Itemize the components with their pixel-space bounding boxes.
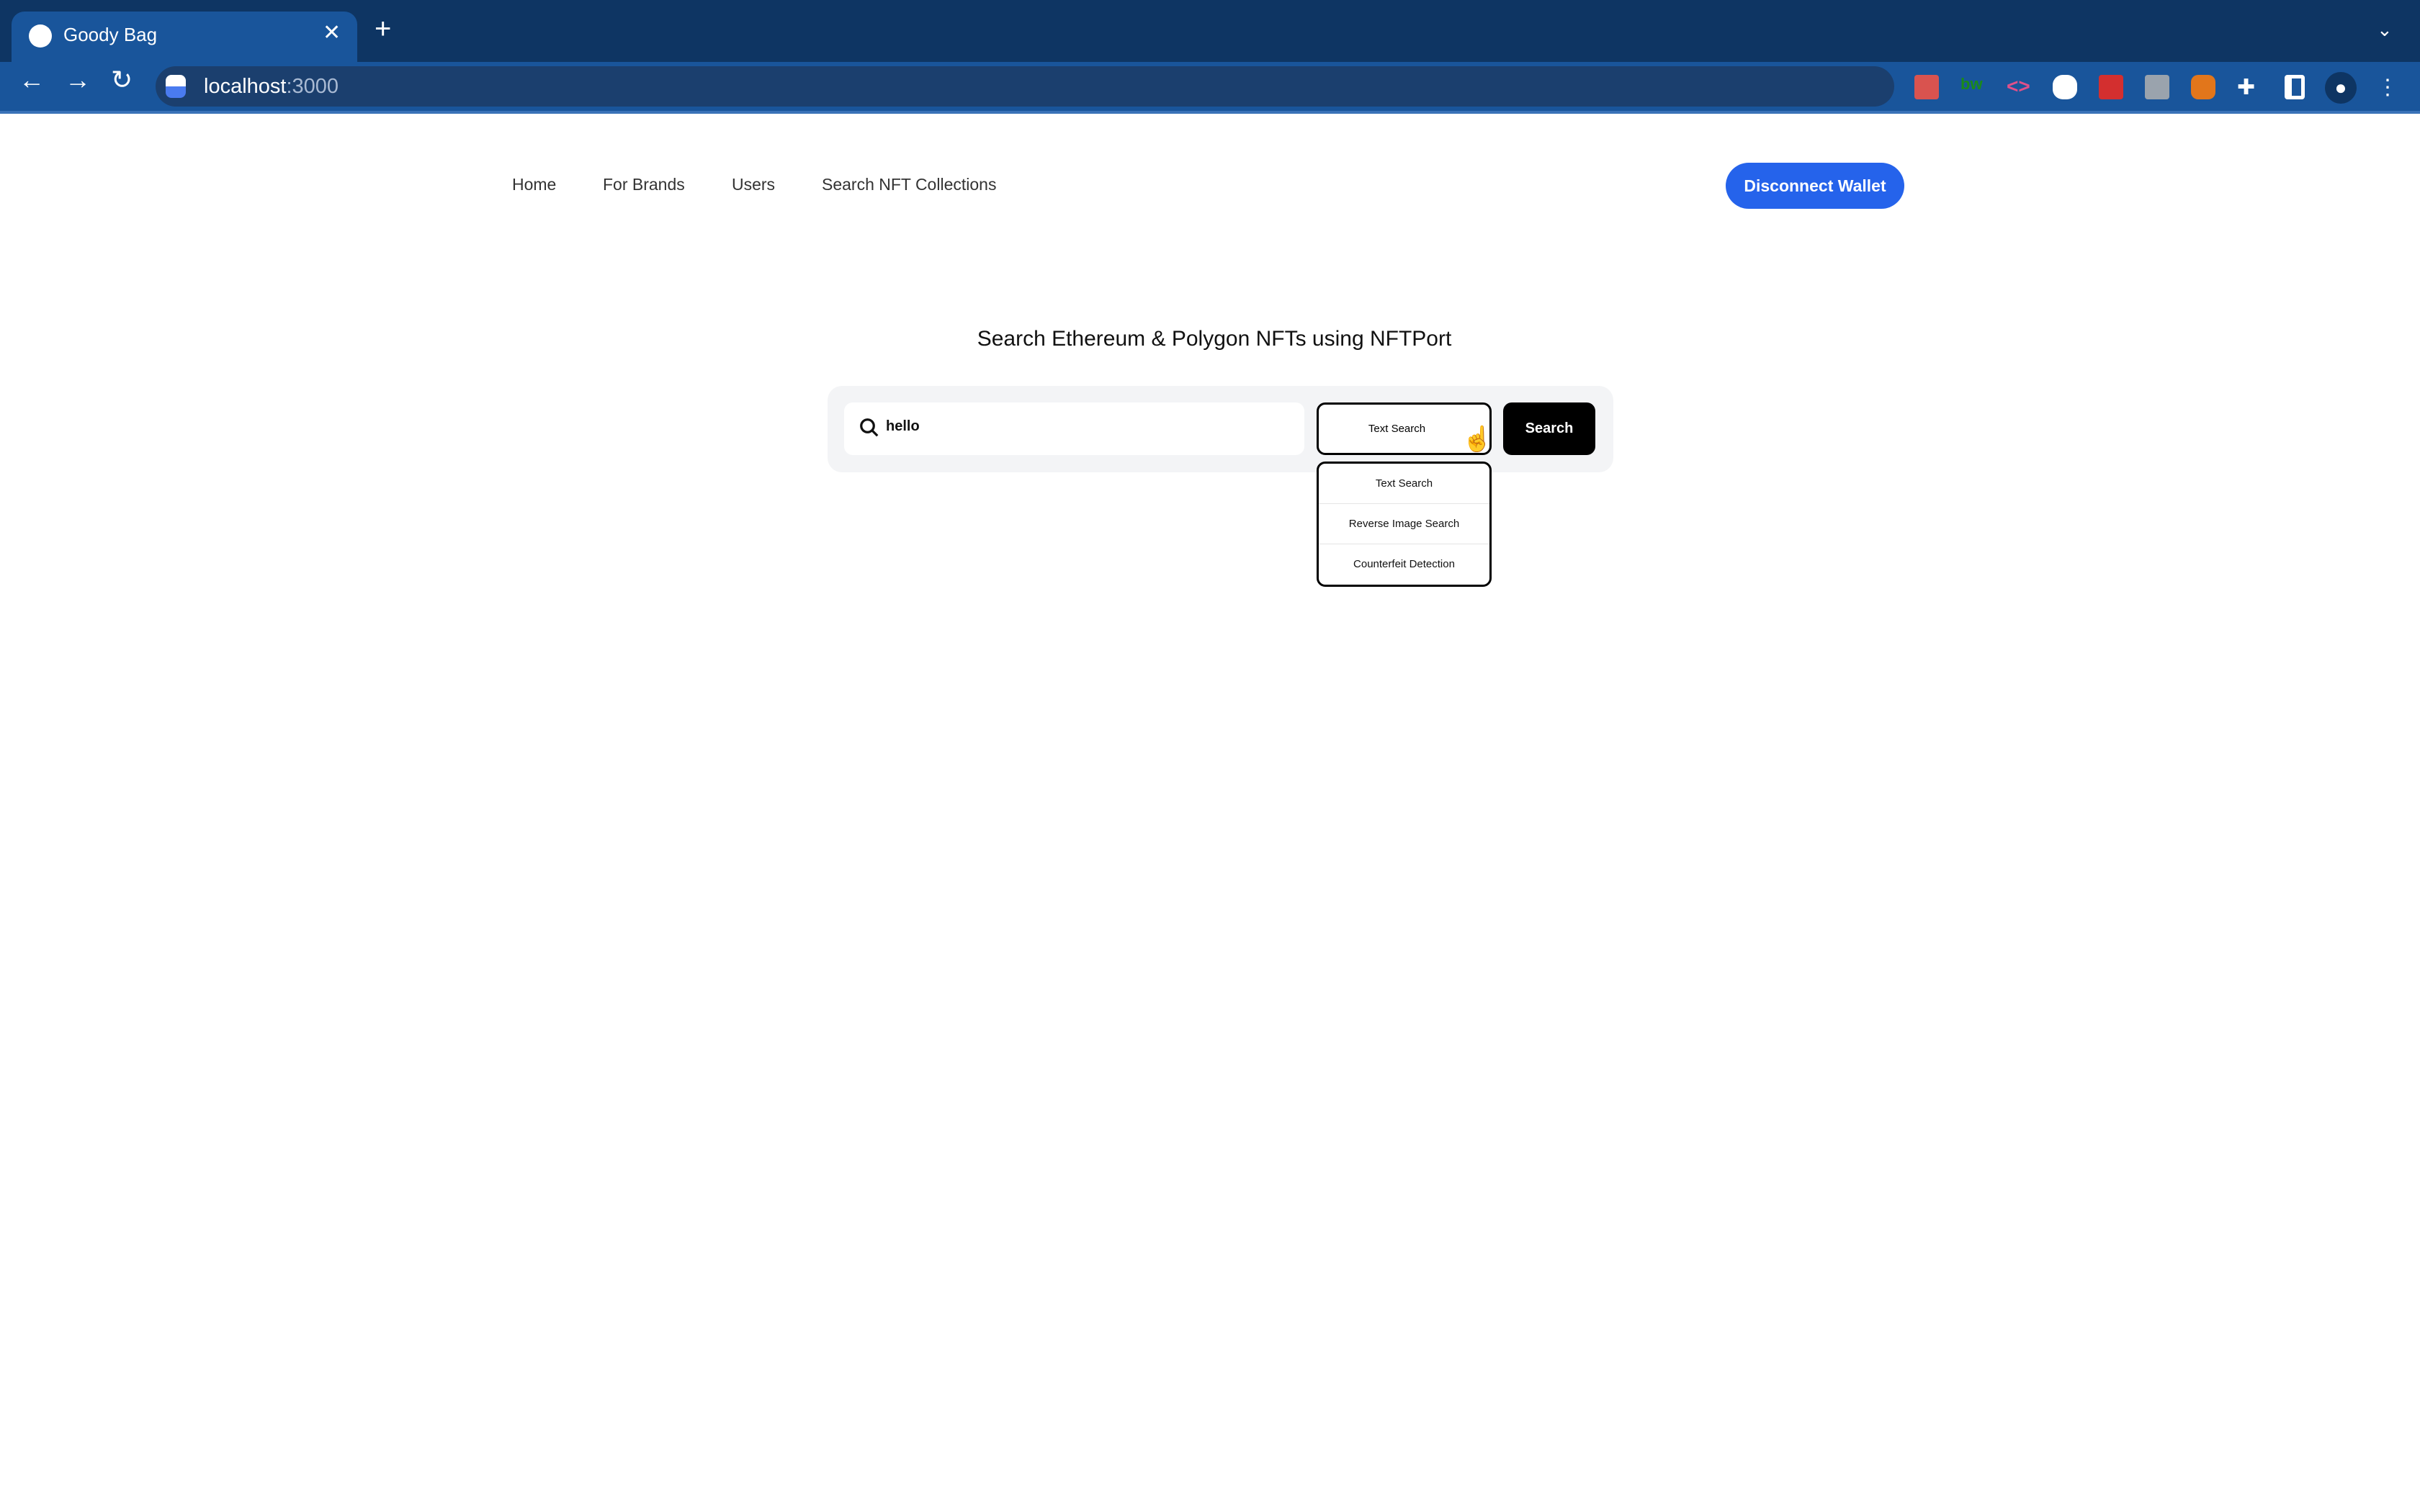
react-devtools-icon[interactable] <box>1914 75 1939 99</box>
search-icon <box>860 418 879 437</box>
search-input[interactable]: hello <box>844 402 1304 455</box>
tab-strip: Goody Bag ✕ + ⌄ <box>0 0 2420 62</box>
browser-tab[interactable]: Goody Bag ✕ <box>12 12 357 62</box>
nav-search-nft-collections[interactable]: Search NFT Collections <box>822 175 996 194</box>
new-tab-button[interactable]: + <box>375 14 391 43</box>
reload-icon[interactable]: ↻ <box>111 65 133 95</box>
url-port: :3000 <box>286 75 339 98</box>
url-host: localhost <box>204 75 287 98</box>
nav-home[interactable]: Home <box>512 175 556 194</box>
globe-icon <box>29 24 52 48</box>
nav-for-brands[interactable]: For Brands <box>603 175 685 194</box>
menu-icon[interactable]: ⋮ <box>2377 75 2401 99</box>
option-counterfeit-detection[interactable]: Counterfeit Detection <box>1319 544 1489 585</box>
chevron-down-icon[interactable]: ⌄ <box>2377 19 2393 41</box>
hand-cursor-icon: ☝ <box>1462 426 1493 453</box>
url-text: localhost:3000 <box>204 75 339 99</box>
bw-icon[interactable]: bw <box>1960 75 1985 99</box>
forward-icon[interactable]: → <box>65 65 91 95</box>
page-title: Search Ethereum & Polygon NFTs using NFT… <box>977 327 1452 351</box>
option-reverse-image-search[interactable]: Reverse Image Search <box>1319 504 1489 544</box>
option-text-search[interactable]: Text Search <box>1319 464 1489 504</box>
address-bar[interactable]: localhost:3000 <box>156 66 1894 107</box>
sidepanel-icon[interactable] <box>2285 75 2305 99</box>
nav-users[interactable]: Users <box>732 175 775 194</box>
chat-icon[interactable] <box>2053 75 2077 99</box>
code-icon[interactable]: <> <box>2007 75 2031 99</box>
metamask-icon[interactable] <box>2191 75 2215 99</box>
browser-toolbar: ← → ↻ localhost:3000 bw <> ✚ ● ⋮ <box>0 62 2420 114</box>
site-favicon <box>166 75 186 98</box>
docs-icon[interactable] <box>2145 75 2169 99</box>
profile-icon[interactable]: ● <box>2325 72 2357 104</box>
search-mode-dropdown: Text Search Reverse Image Search Counter… <box>1317 462 1492 587</box>
lastpass-icon[interactable] <box>2099 75 2123 99</box>
tab-title: Goody Bag <box>63 24 158 45</box>
puzzle-icon[interactable]: ✚ <box>2237 75 2262 99</box>
back-icon[interactable]: ← <box>19 65 45 95</box>
search-input-value: hello <box>886 418 920 434</box>
disconnect-wallet-button[interactable]: Disconnect Wallet <box>1726 163 1904 209</box>
search-button[interactable]: Search <box>1503 402 1595 455</box>
close-tab-icon[interactable]: ✕ <box>323 20 341 45</box>
